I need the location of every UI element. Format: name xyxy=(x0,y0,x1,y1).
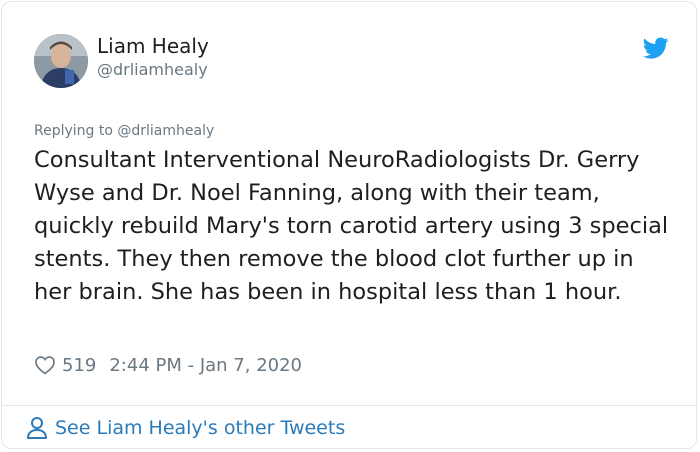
twitter-bird-icon[interactable] xyxy=(643,35,669,61)
avatar-image xyxy=(34,34,88,88)
person-icon xyxy=(27,417,47,439)
replying-to[interactable]: Replying to @drliamhealy xyxy=(34,123,214,139)
see-other-tweets-link[interactable]: See Liam Healy's other Tweets xyxy=(26,416,345,440)
like-count[interactable]: 519 xyxy=(62,355,96,376)
see-other-tweets-label[interactable]: See Liam Healy's other Tweets xyxy=(55,417,345,439)
avatar[interactable] xyxy=(34,34,88,88)
tweet-text: Consultant Interventional NeuroRadiologi… xyxy=(34,147,669,305)
divider xyxy=(2,405,696,406)
heart-icon[interactable] xyxy=(34,354,56,376)
author-handle[interactable]: @drliamhealy xyxy=(97,60,208,79)
tweet-meta: 519 2:44 PM - Jan 7, 2020 xyxy=(34,352,302,378)
timestamp[interactable]: 2:44 PM - Jan 7, 2020 xyxy=(109,355,302,376)
author-name[interactable]: Liam Healy xyxy=(97,34,209,58)
tweet-card: Liam Healy @drliamhealy Replying to @drl… xyxy=(1,1,697,449)
